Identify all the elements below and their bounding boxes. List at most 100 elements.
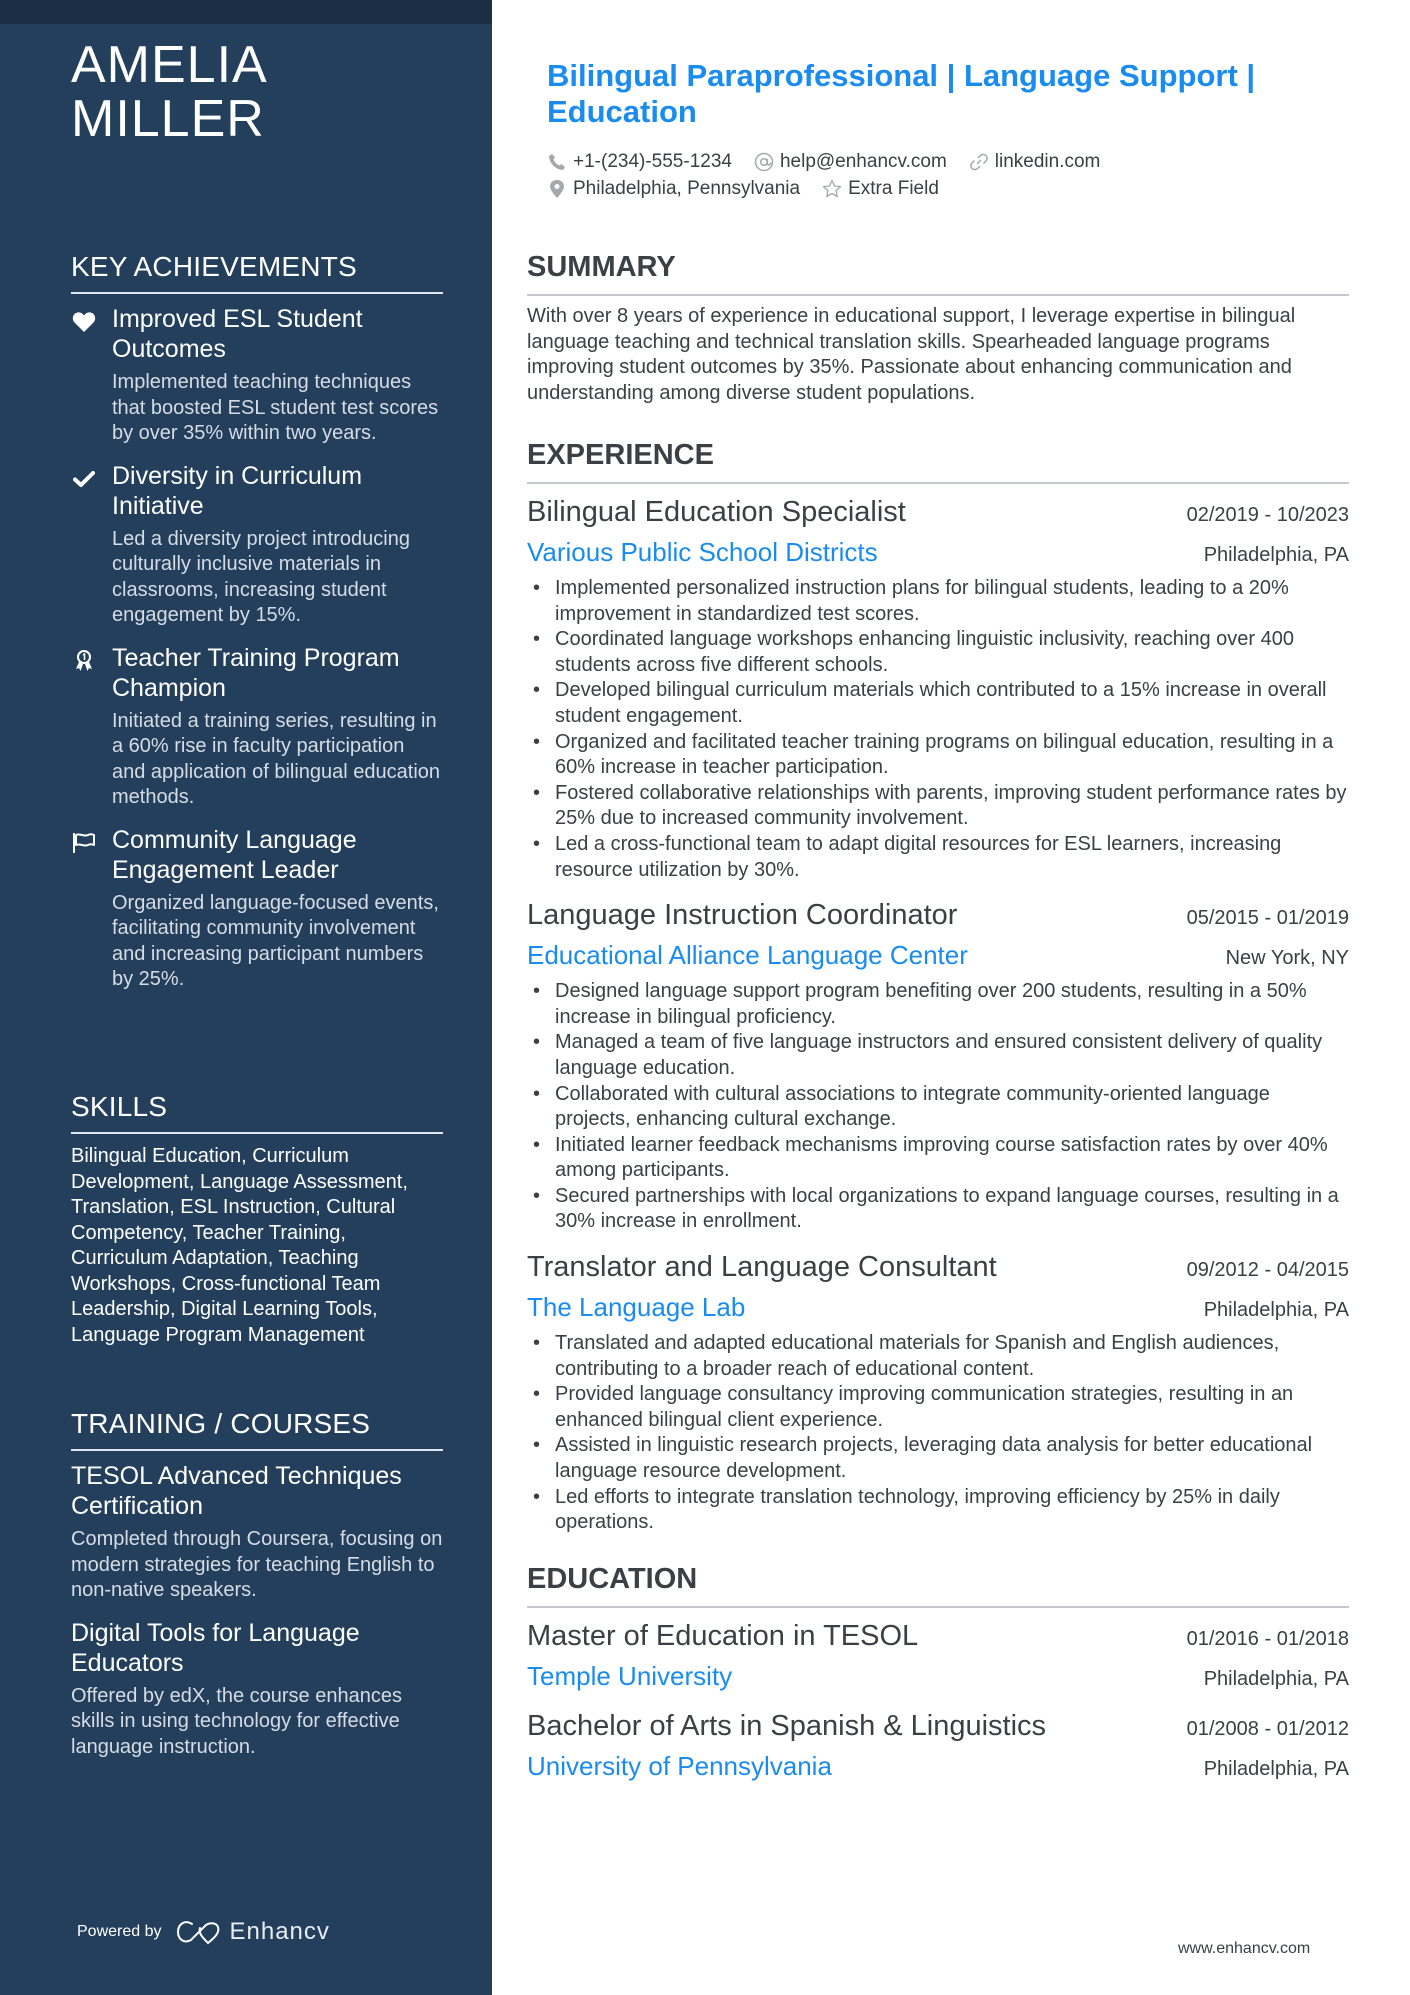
job-bullet: Implemented personalized instruction pla… <box>527 576 1349 627</box>
top-bar <box>0 0 492 24</box>
contact-info: +1-(234)-555-1234 help@enhancv.com linke… <box>547 148 1347 202</box>
achievement-title: Diversity in Curriculum Initiative <box>112 461 363 520</box>
phone-icon <box>547 152 567 172</box>
job-bullet: Organized and facilitated teacher traini… <box>527 730 1349 781</box>
job-location: New York, NY <box>1225 947 1349 970</box>
job-bullet: Translated and adapted educational mater… <box>527 1331 1349 1382</box>
job-entry: Bilingual Education Specialist 02/2019 -… <box>527 492 1349 883</box>
summary-heading: SUMMARY <box>527 250 1349 296</box>
job-bullet: Managed a team of five language instruct… <box>527 1030 1349 1081</box>
contact-phone[interactable]: +1-(234)-555-1234 <box>547 151 732 173</box>
school: Temple University <box>527 1661 733 1691</box>
course-description: Offered by edX, the course enhances skil… <box>71 1684 402 1758</box>
job-position: Translator and Language Consultant <box>527 1251 997 1284</box>
key-achievements-heading: KEY ACHIEVEMENTS <box>71 250 443 294</box>
powered-by: Powered by Enhancv <box>77 1918 330 1946</box>
job-entry: Language Instruction Coordinator 05/2015… <box>527 895 1349 1235</box>
job-bullet: Led a cross-functional team to adapt dig… <box>527 832 1349 883</box>
candidate-name: AMELIA MILLER <box>71 38 268 146</box>
job-location: Philadelphia, PA <box>1203 544 1349 566</box>
job-dates: 05/2015 - 01/2019 <box>1186 907 1349 930</box>
job-bullet: Provided language consultancy improving … <box>527 1382 1349 1433</box>
achievement-title: Improved ESL Student Outcomes <box>112 305 363 363</box>
link-icon <box>969 152 989 172</box>
job-company: Educational Alliance Language Center <box>527 940 968 971</box>
achievement-item: Improved ESL Student Outcomes Implemente… <box>71 304 443 447</box>
job-position: Bilingual Education Specialist <box>527 496 906 528</box>
job-company: Various Public School Districts <box>527 537 878 567</box>
achievement-item: Community Language Engagement Leader Org… <box>71 825 443 993</box>
job-bullet: Collaborated with cultural associations … <box>527 1082 1349 1133</box>
contact-email[interactable]: help@enhancv.com <box>754 151 947 173</box>
first-name: AMELIA <box>71 36 268 94</box>
summary-text: With over 8 years of experience in educa… <box>527 305 1296 404</box>
location-pin-icon <box>547 179 567 199</box>
at-icon <box>754 152 774 172</box>
course-item: TESOL Advanced Techniques Certification … <box>71 1461 443 1604</box>
job-bullet: Developed bilingual curriculum materials… <box>527 678 1349 729</box>
degree: Master of Education in TESOL <box>527 1620 919 1652</box>
last-name: MILLER <box>71 90 265 148</box>
summary-section: SUMMARY With over 8 years of experience … <box>527 250 1349 406</box>
email-text: help@enhancv.com <box>779 150 947 172</box>
flag-icon <box>71 830 97 856</box>
education-section: EDUCATION Master of Education in TESOL 0… <box>527 1562 1349 1796</box>
education-dates: 01/2016 - 01/2018 <box>1186 1628 1349 1650</box>
course-title: Digital Tools for Language Educators <box>71 1618 360 1677</box>
achievement-description: Initiated a training series, resulting i… <box>112 709 441 809</box>
contact-linkedin[interactable]: linkedin.com <box>969 150 1101 173</box>
achievement-description: Organized language-focused events, facil… <box>112 891 439 991</box>
key-achievements-section: KEY ACHIEVEMENTS Improved ESL Student Ou… <box>71 250 443 1007</box>
achievement-item: Teacher Training Program Champion Initia… <box>71 643 443 811</box>
job-location: Philadelphia, PA <box>1203 1299 1349 1322</box>
achievement-title: Teacher Training Program Champion <box>112 643 400 702</box>
award-icon <box>71 648 97 674</box>
job-bullet: Designed language support program benefi… <box>527 979 1349 1030</box>
extra-field-text: Extra Field <box>848 177 939 199</box>
education-entry: Bachelor of Arts in Spanish & Linguistic… <box>527 1706 1349 1786</box>
job-title-headline: Bilingual Paraprofessional | Language Su… <box>547 58 1256 129</box>
course-title: TESOL Advanced Techniques Certification <box>71 1462 402 1520</box>
achievement-description: Implemented teaching techniques that boo… <box>112 371 439 444</box>
job-entry: Translator and Language Consultant 09/20… <box>527 1247 1349 1536</box>
job-bullets: Implemented personalized instruction pla… <box>527 576 1349 883</box>
job-bullets: Translated and adapted educational mater… <box>527 1331 1349 1536</box>
training-section: TRAINING / COURSES TESOL Advanced Techni… <box>71 1407 443 1774</box>
location-text: Philadelphia, Pennsylvania <box>573 177 801 199</box>
website-link[interactable]: www.enhancv.com <box>1178 1940 1310 1958</box>
job-bullets: Designed language support program benefi… <box>527 979 1349 1235</box>
course-description: Completed through Coursera, focusing on … <box>71 1528 443 1601</box>
job-dates: 02/2019 - 10/2023 <box>1186 504 1349 526</box>
experience-section: EXPERIENCE Bilingual Education Specialis… <box>527 438 1349 1548</box>
contact-location: Philadelphia, Pennsylvania <box>547 178 800 200</box>
education-entry: Master of Education in TESOL 01/2016 - 0… <box>527 1616 1349 1696</box>
skills-list: Bilingual Education, Curriculum Developm… <box>71 1145 408 1346</box>
education-heading: EDUCATION <box>527 1562 1349 1608</box>
enhancv-logo-icon <box>176 1921 219 1945</box>
course-item: Digital Tools for Language Educators Off… <box>71 1618 443 1761</box>
job-bullet: Secured partnerships with local organiza… <box>527 1184 1349 1235</box>
skills-heading: SKILLS <box>71 1090 443 1134</box>
heart-icon <box>71 309 97 335</box>
training-heading: TRAINING / COURSES <box>71 1407 443 1451</box>
star-icon <box>822 179 842 199</box>
experience-heading: EXPERIENCE <box>527 438 1349 484</box>
job-bullet: Fostered collaborative relationships wit… <box>527 781 1349 832</box>
linkedin-text: linkedin.com <box>994 150 1101 172</box>
job-bullet: Coordinated language workshops enhancing… <box>527 627 1349 678</box>
job-dates: 09/2012 - 04/2015 <box>1186 1259 1349 1282</box>
job-bullet: Led efforts to integrate translation tec… <box>527 1485 1349 1536</box>
check-icon <box>71 466 97 492</box>
enhancv-brand: Enhancv <box>229 1918 330 1945</box>
degree: Bachelor of Arts in Spanish & Linguistic… <box>527 1710 1047 1742</box>
education-dates: 01/2008 - 01/2012 <box>1186 1718 1349 1740</box>
powered-by-label: Powered by <box>77 1923 162 1940</box>
job-bullet: Initiated learner feedback mechanisms im… <box>527 1133 1349 1184</box>
education-location: Philadelphia, PA <box>1203 1758 1349 1780</box>
enhancv-logo[interactable]: Enhancv <box>176 1918 330 1946</box>
school: University of Pennsylvania <box>527 1751 832 1781</box>
contact-extra: Extra Field <box>822 178 939 200</box>
achievement-item: Diversity in Curriculum Initiative Led a… <box>71 461 443 629</box>
job-bullet: Assisted in linguistic research projects… <box>527 1433 1349 1484</box>
achievement-title: Community Language Engagement Leader <box>112 825 357 884</box>
